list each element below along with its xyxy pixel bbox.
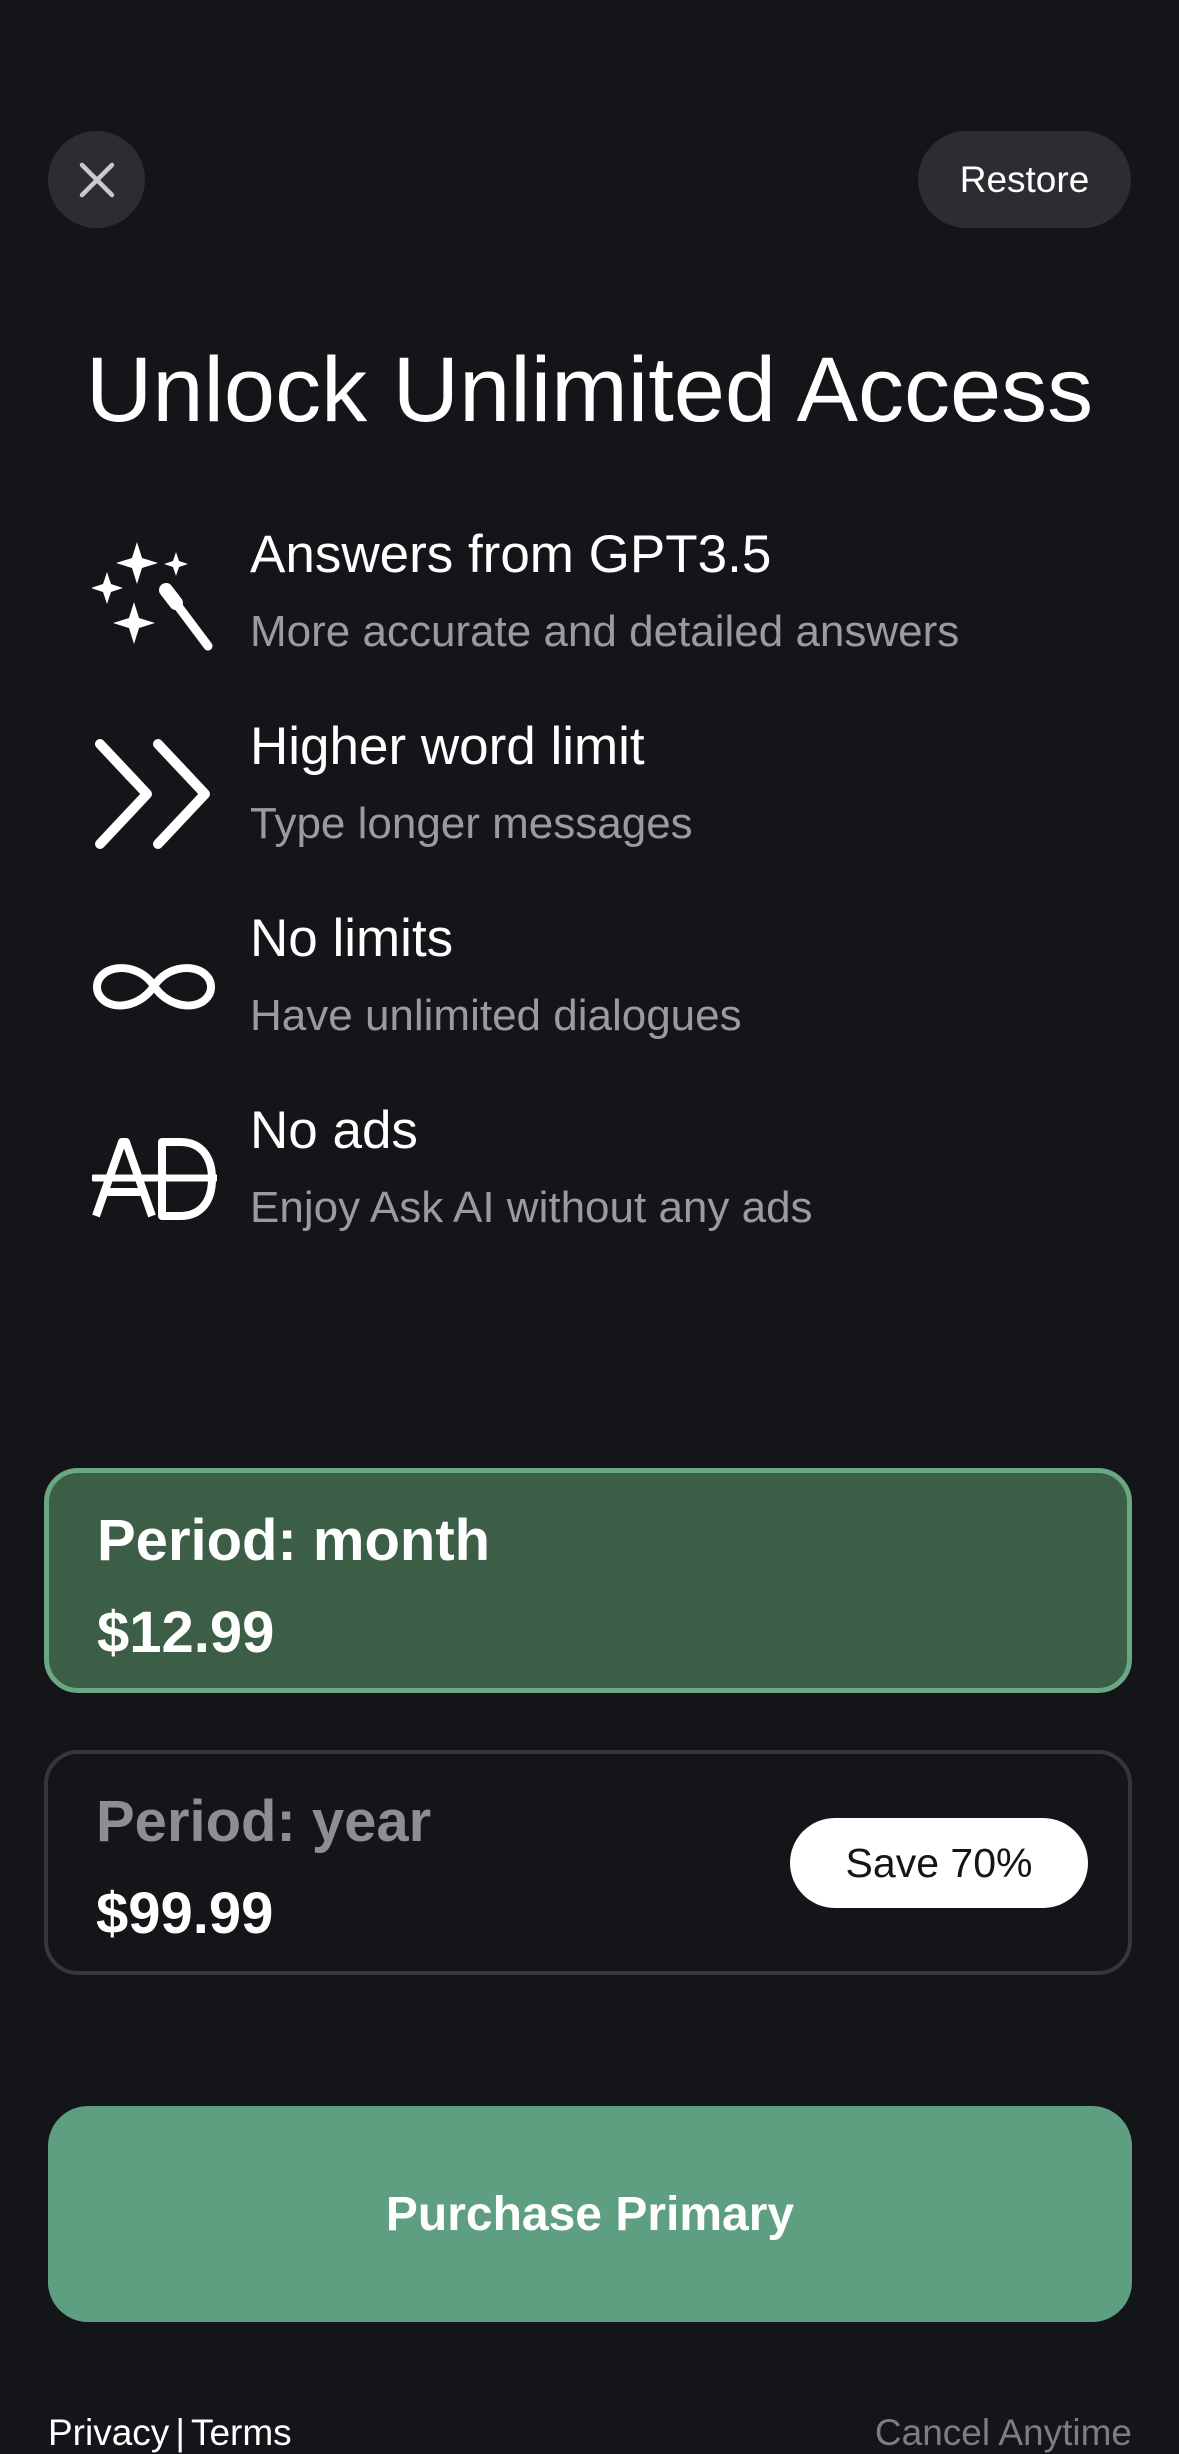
footer-separator: | (175, 2412, 185, 2453)
save-badge: Save 70% (790, 1818, 1088, 1908)
feature-title: No limits (250, 909, 454, 968)
footer: Privacy | Terms Cancel Anytime (48, 2412, 1132, 2454)
no-ads-icon (92, 1116, 217, 1241)
footer-links: Privacy | Terms (48, 2412, 292, 2454)
close-icon (79, 162, 114, 197)
terms-link[interactable]: Terms (191, 2412, 292, 2453)
paywall-screen: Restore Unlock Unlimited Access Answers … (0, 0, 1179, 2454)
plan-period: Period: month (97, 1508, 491, 1573)
infinity-icon (92, 924, 217, 1049)
restore-button[interactable]: Restore (918, 131, 1131, 228)
plan-price: $99.99 (96, 1881, 274, 1946)
feature-subtitle: Have unlimited dialogues (250, 991, 742, 1040)
plan-period: Period: year (96, 1789, 432, 1854)
feature-item: Higher word limit Type longer messages (92, 712, 1132, 882)
feature-title: Answers from GPT3.5 (250, 525, 772, 584)
double-chevron-right-icon (92, 732, 217, 857)
plan-option-month[interactable]: Period: month $12.99 (44, 1468, 1132, 1693)
plan-option-year[interactable]: Period: year $99.99 Save 70% (44, 1750, 1132, 1975)
feature-title: Higher word limit (250, 717, 645, 776)
feature-item: No limits Have unlimited dialogues (92, 904, 1132, 1074)
cancel-anytime-text: Cancel Anytime (874, 2412, 1132, 2453)
feature-subtitle: Enjoy Ask AI without any ads (250, 1183, 813, 1232)
close-button[interactable] (48, 131, 145, 228)
page-title: Unlock Unlimited Access (85, 339, 1094, 441)
privacy-link[interactable]: Privacy (48, 2412, 169, 2453)
plan-price: $12.99 (97, 1600, 275, 1665)
purchase-button[interactable]: Purchase Primary (48, 2106, 1132, 2322)
feature-title: No ads (250, 1101, 418, 1160)
feature-item: No ads Enjoy Ask AI without any ads (92, 1096, 1132, 1266)
magic-wand-sparkles-icon (92, 540, 217, 665)
feature-subtitle: More accurate and detailed answers (250, 607, 960, 656)
feature-subtitle: Type longer messages (250, 799, 693, 848)
feature-item: Answers from GPT3.5 More accurate and de… (92, 520, 1132, 690)
